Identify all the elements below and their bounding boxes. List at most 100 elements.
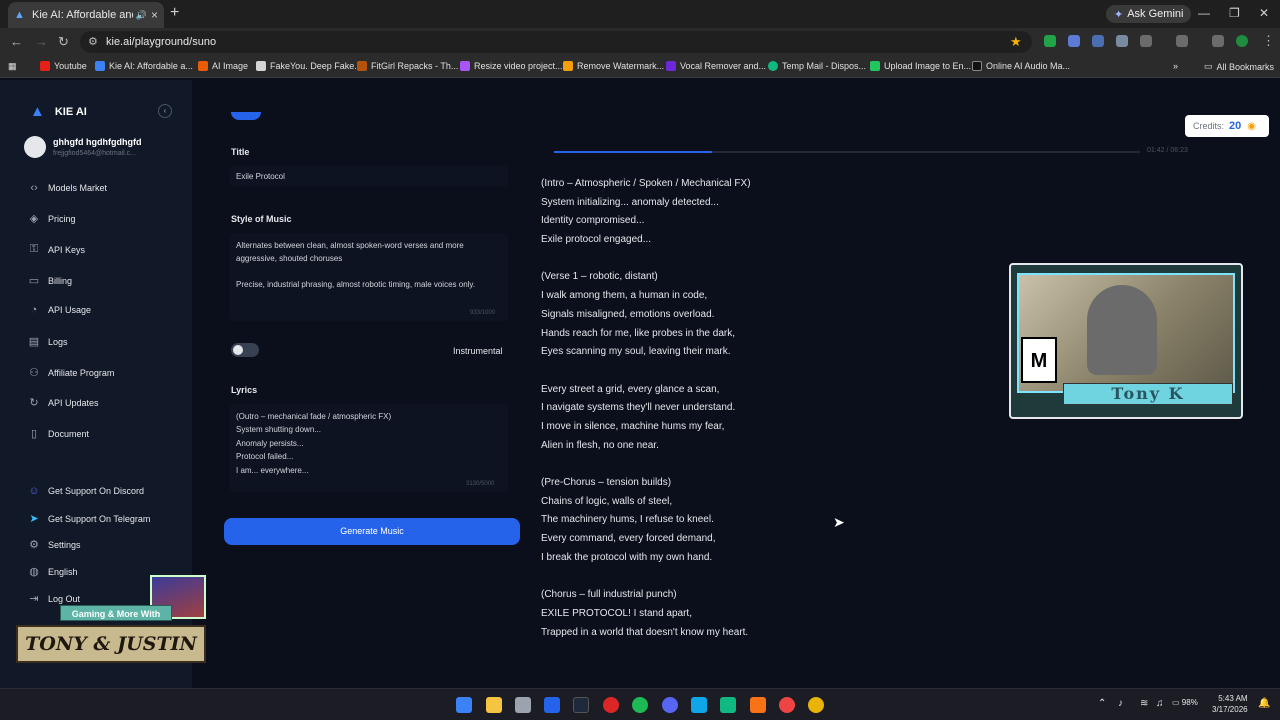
bookmarks-overflow-icon[interactable]: » (1173, 61, 1178, 71)
extensions-puzzle-icon[interactable] (1140, 35, 1152, 47)
custom-mode-toggle[interactable] (231, 112, 261, 120)
lyrics-line: Identity compromised... (541, 215, 645, 227)
bookmark-label: Temp Mail - Dispos... (782, 61, 867, 71)
bookmark-remove-watermark[interactable]: Remove Watermark... (563, 61, 664, 71)
battery-indicator[interactable]: ▭ 98% (1172, 698, 1198, 707)
chrome-icon[interactable] (779, 697, 795, 713)
minimize-icon[interactable]: — (1198, 6, 1210, 20)
audio-icon[interactable]: 🔊 (136, 10, 147, 21)
sidebar-item-api-usage[interactable]: ◔ API Usage (27, 304, 91, 316)
bookmark-label: AI Image (212, 61, 249, 71)
close-tab-icon[interactable]: × (151, 8, 158, 22)
lyrics-line: Alien in flesh, no one near. (541, 439, 659, 451)
extension-shield-icon[interactable] (1116, 35, 1128, 47)
sidebar-item-pricing[interactable]: ◈ Pricing (27, 212, 76, 225)
side-panel-icon[interactable] (1176, 35, 1188, 47)
instrumental-toggle[interactable] (231, 343, 259, 357)
chrome-active-icon[interactable] (808, 697, 824, 713)
url-field[interactable]: ⚙ kie.ai/playground/suno (80, 31, 1032, 53)
media-controls-icon[interactable] (1212, 35, 1224, 47)
bookmark-resize-video[interactable]: Resize video project... (460, 61, 563, 71)
all-bookmarks[interactable]: ▭ All Bookmarks (1204, 61, 1274, 72)
wifi-icon[interactable]: ≋ (1140, 698, 1148, 709)
sidebar-item-api-keys[interactable]: ⚿ API Keys (27, 243, 85, 256)
bookmark-youtube[interactable]: Youtube (40, 61, 87, 71)
url-text: kie.ai/playground/suno (106, 36, 217, 48)
app-green-icon[interactable] (720, 697, 736, 713)
app-blue-icon[interactable] (691, 697, 707, 713)
sidebar-item-document[interactable]: ▯ Document (27, 427, 89, 440)
store-icon[interactable] (544, 697, 560, 713)
telegram-icon: ➤ (29, 513, 39, 525)
tray-expand-icon[interactable]: ⌃ (1098, 698, 1106, 709)
bookmark-kie[interactable]: Kie AI: Affordable a... (95, 61, 193, 71)
bookmark-audio-maker[interactable]: Online AI Audio Ma... (972, 61, 1070, 71)
lyrics-char-count: 3130/5000 (466, 481, 495, 487)
webcam-overlay: M Tony K (1009, 263, 1243, 419)
steam-icon[interactable] (573, 697, 589, 713)
generate-music-button[interactable]: Generate Music (224, 518, 520, 545)
support-discord[interactable]: ☺ Get Support On Discord (27, 485, 144, 497)
lyrics-label: Lyrics (231, 385, 258, 395)
start-menu-icon[interactable] (456, 697, 472, 713)
playback-progress-fill (554, 151, 713, 153)
sidebar-item-label: Settings (48, 539, 81, 550)
browser-tab[interactable]: ▲ Kie AI: Affordable and Stabl... 🔊 × (8, 2, 164, 28)
file-explorer-icon[interactable] (486, 697, 502, 713)
extension-icon-2[interactable] (1092, 35, 1104, 47)
sidebar-item-affiliate[interactable]: ⚇ Affiliate Program (27, 366, 114, 379)
bookmark-star-icon[interactable]: ★ (1010, 34, 1022, 50)
bookmark-label: Online AI Audio Ma... (986, 61, 1071, 71)
sidebar-item-models-market[interactable]: ‹› Models Market (27, 182, 107, 194)
close-window-icon[interactable]: ✕ (1259, 6, 1269, 20)
extension-download-icon[interactable] (1044, 35, 1056, 47)
bookmark-upload-image[interactable]: Upload Image to En... (870, 61, 971, 71)
style-char-count: 933/1000 (470, 310, 496, 316)
avatar[interactable] (24, 136, 46, 158)
bookmark-temp-mail[interactable]: Temp Mail - Dispos... (768, 61, 866, 71)
microphone-icon[interactable]: ♪ (1118, 698, 1123, 709)
forward-icon[interactable]: → (35, 34, 48, 49)
new-tab-icon[interactable]: + (170, 4, 179, 22)
app-orange-icon[interactable] (750, 697, 766, 713)
sidebar-item-label: Logs (48, 336, 68, 347)
style-textarea[interactable]: Alternates between clean, almost spoken-… (230, 233, 508, 321)
card-icon: ▭ (28, 275, 40, 287)
bookmark-ai-image[interactable]: AI Image (198, 61, 248, 71)
collapse-sidebar-icon[interactable]: ‹ (158, 104, 172, 118)
lyrics-line (541, 362, 961, 381)
sidebar-item-logs[interactable]: ▤ Logs (27, 335, 68, 348)
back-icon[interactable]: ← (10, 34, 23, 49)
key-icon: ⚿ (29, 243, 39, 255)
site-info-icon[interactable]: ⚙ (88, 35, 98, 48)
clock-date: 3/17/2026 (1212, 705, 1248, 714)
apps-grid-icon[interactable]: ▦ (8, 61, 17, 72)
bookmark-fakeyou[interactable]: FakeYou. Deep Fake... (256, 61, 362, 71)
lyrics-line: Every command, every forced demand, (541, 533, 716, 545)
volume-icon[interactable]: ♫ (1156, 698, 1164, 709)
restore-icon[interactable]: ❐ (1229, 6, 1240, 20)
tag-icon: ◈ (29, 213, 39, 225)
ask-gemini-button[interactable]: ✦ Ask Gemini (1106, 5, 1192, 23)
bookmark-fitgirl[interactable]: FitGirl Repacks - Th... (357, 61, 458, 71)
support-telegram[interactable]: ➤ Get Support On Telegram (27, 512, 150, 525)
notifications-icon[interactable]: 🔔 (1258, 698, 1270, 709)
spotify-icon[interactable] (632, 697, 648, 713)
system-clock[interactable]: 5:43 AM 3/17/2026 (1212, 693, 1248, 715)
reload-icon[interactable]: ↻ (58, 34, 69, 50)
lyrics-textarea[interactable]: (Outro – mechanical fade / atmospheric F… (230, 404, 508, 492)
calculator-icon[interactable] (515, 697, 531, 713)
app-red-icon[interactable] (603, 697, 619, 713)
profile-avatar-icon[interactable] (1236, 35, 1248, 47)
bookmark-vocal-remover[interactable]: Vocal Remover and... (666, 61, 766, 71)
credits-badge[interactable]: Credits: 20 ◉ (1185, 115, 1269, 137)
brand-logo[interactable]: ▲ KIE AI (30, 103, 87, 120)
menu-kebab-icon[interactable]: ⋮ (1262, 33, 1275, 49)
sidebar-item-billing[interactable]: ▭ Billing (27, 274, 72, 287)
sidebar-item-api-updates[interactable]: ↻ API Updates (27, 396, 98, 409)
title-input[interactable]: Exile Protocol (230, 165, 508, 187)
playback-progress-bar[interactable] (554, 151, 1140, 153)
discord-taskbar-icon[interactable] (662, 697, 678, 713)
sidebar-item-settings[interactable]: ⚙ Settings (27, 538, 81, 551)
extension-icon-1[interactable] (1068, 35, 1080, 47)
